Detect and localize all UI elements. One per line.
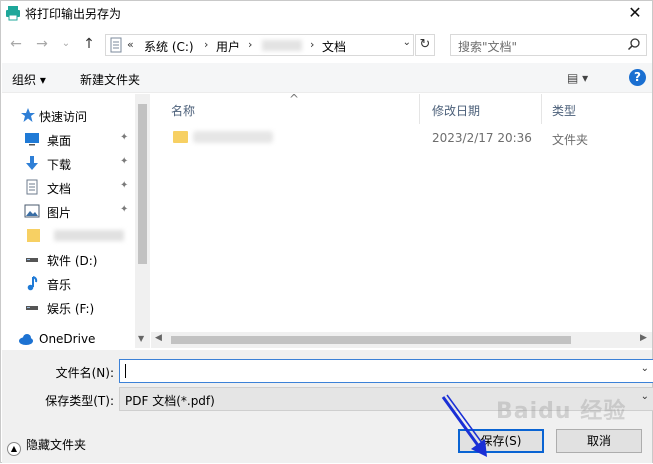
forward-button[interactable]: → (33, 35, 51, 53)
music-icon (27, 276, 38, 291)
drive-icon (26, 258, 38, 262)
sidebar-item-label: 娱乐 (F:) (47, 302, 95, 316)
organize-button[interactable]: 组织 ▾ (12, 71, 46, 88)
hide-folders-label: 隐藏文件夹 (26, 438, 87, 452)
drive-icon (26, 306, 38, 310)
pin-icon: ✦ (120, 204, 129, 215)
hide-folders-toggle[interactable]: ▲ 隐藏文件夹 (7, 436, 86, 456)
column-header-type[interactable]: 类型 (542, 94, 652, 124)
navigation-bar: ← → ⌄ ↑ « 系统 (C:) › 用户 › › 文档 ⌄ ↻ 搜索"文档" (1, 29, 652, 59)
text-caret (125, 364, 126, 378)
back-button[interactable]: ← (7, 35, 25, 53)
folder-icon (173, 131, 188, 143)
sidebar-item-drive-d[interactable]: 软件 (D:) (2, 247, 134, 271)
scroll-left-arrow[interactable]: ◀ (155, 333, 162, 343)
breadcrumb-separator[interactable]: › (248, 38, 252, 51)
breadcrumb-documents[interactable]: 文档 (322, 38, 346, 55)
chevron-down-icon[interactable]: ⌄ (641, 363, 649, 374)
pin-icon: ✦ (120, 180, 129, 191)
sidebar-item-label: 音乐 (47, 278, 72, 292)
sidebar-item-label: OneDrive (39, 332, 96, 346)
title-bar: 将打印输出另存为 ✕ (1, 1, 652, 25)
window-title: 将打印输出另存为 (25, 7, 122, 21)
close-button[interactable]: ✕ (624, 3, 646, 23)
up-button[interactable]: ↑ (80, 35, 98, 53)
sidebar-item-label: 文档 (47, 182, 72, 196)
blurred-folder-label (54, 230, 124, 241)
file-modified-date: 2023/2/17 20:36 (432, 131, 532, 145)
filename-input[interactable]: ⌄ (119, 359, 653, 383)
sidebar-item-documents[interactable]: 文档 ✦ (2, 175, 134, 199)
sort-ascending-icon: ^ (289, 92, 300, 106)
search-box[interactable]: 搜索"文档" (450, 34, 647, 56)
printer-icon (6, 6, 20, 21)
folder-icon (27, 229, 40, 242)
address-overflow[interactable]: « (127, 38, 134, 51)
sidebar-item-label: 软件 (D:) (47, 254, 98, 268)
sidebar-item-desktop[interactable]: 桌面 ✦ (2, 127, 134, 151)
address-bar[interactable]: « 系统 (C:) › 用户 › › 文档 ⌄ (105, 34, 414, 56)
file-name-blurred (193, 131, 273, 143)
chevron-down-icon[interactable]: ⌄ (641, 391, 649, 402)
pin-icon: ✦ (120, 132, 129, 143)
star-icon (21, 108, 35, 122)
save-dialog: 将打印输出另存为 ✕ ← → ⌄ ↑ « 系统 (C:) › 用户 › › 文档… (0, 0, 653, 463)
sidebar-item-quick-access[interactable]: 快速访问 (2, 103, 134, 127)
recent-locations-button[interactable]: ⌄ (57, 35, 75, 53)
breadcrumb-users[interactable]: 用户 (216, 38, 240, 55)
command-bar: 组织 ▾ 新建文件夹 ▤ ▾ ? (2, 63, 652, 93)
sidebar-item-drive-f[interactable]: 娱乐 (F:) (2, 295, 134, 319)
sidebar-item-label: 下载 (47, 158, 72, 172)
sidebar-item-pictures[interactable]: 图片 ✦ (2, 199, 134, 223)
cancel-button[interactable]: 取消 (556, 429, 642, 453)
filetype-value: PDF 文档(*.pdf) (125, 394, 215, 408)
pictures-icon (24, 204, 40, 218)
file-list-scrollbar[interactable]: ◀ ▶ (151, 332, 652, 348)
refresh-button[interactable]: ↻ (415, 34, 435, 56)
sidebar-item-label: 桌面 (47, 134, 72, 148)
view-options-button[interactable]: ▤ ▾ (567, 71, 588, 85)
document-icon (26, 179, 38, 195)
pin-icon: ✦ (120, 156, 129, 167)
new-folder-button[interactable]: 新建文件夹 (80, 71, 140, 88)
cloud-icon (19, 334, 33, 345)
breadcrumb-separator[interactable]: › (204, 38, 208, 51)
address-dropdown-button[interactable]: ⌄ (403, 37, 411, 48)
search-icon (627, 38, 640, 51)
sidebar-item-onedrive[interactable]: OneDrive (2, 327, 134, 348)
breadcrumb-system-drive[interactable]: 系统 (C:) (144, 38, 194, 55)
save-button[interactable]: 保存(S) (458, 429, 544, 453)
watermark: Baidu 经验 (496, 399, 627, 424)
breadcrumb-separator[interactable]: › (310, 38, 314, 51)
desktop-icon (25, 133, 39, 146)
scrollbar-thumb[interactable] (171, 336, 571, 344)
scroll-right-arrow[interactable]: ▶ (640, 333, 647, 343)
scroll-down-arrow[interactable]: ▼ (138, 334, 144, 343)
document-icon (110, 37, 122, 53)
search-placeholder: 搜索"文档" (458, 40, 518, 54)
sidebar-item-label: 图片 (47, 206, 72, 220)
filename-label: 文件名(N): (55, 366, 114, 380)
sidebar-item-label: 快速访问 (39, 110, 88, 124)
column-header-label: 类型 (552, 104, 577, 118)
scrollbar-thumb[interactable] (138, 104, 147, 264)
help-button[interactable]: ? (629, 69, 646, 86)
navigation-scrollbar[interactable]: ▼ (135, 94, 150, 348)
download-icon (26, 156, 38, 170)
column-header-name[interactable]: 名称 ^ (151, 92, 413, 124)
navigation-pane: 快速访问 桌面 ✦ 下载 ✦ 文档 ✦ 图片 ✦ 软件 (D:) 音乐 娱乐 (… (2, 94, 150, 348)
breadcrumb-username-blurred[interactable] (262, 40, 302, 51)
sidebar-item-music[interactable]: 音乐 (2, 271, 134, 295)
sidebar-item-blurred-folder[interactable] (2, 223, 134, 247)
sidebar-item-downloads[interactable]: 下载 ✦ (2, 151, 134, 175)
file-type: 文件夹 (552, 133, 589, 147)
column-header-modified[interactable]: 修改日期 (420, 94, 540, 124)
file-row[interactable]: 2023/2/17 20:36 文件夹 (151, 126, 652, 150)
column-header-label: 名称 (171, 104, 196, 118)
column-header-label: 修改日期 (432, 104, 481, 118)
file-list: 名称 ^ 修改日期 类型 2023/2/17 20:36 文件夹 ◀ ▶ (151, 92, 652, 348)
chevron-up-icon: ▲ (7, 442, 21, 456)
filetype-label: 保存类型(T): (45, 394, 114, 408)
